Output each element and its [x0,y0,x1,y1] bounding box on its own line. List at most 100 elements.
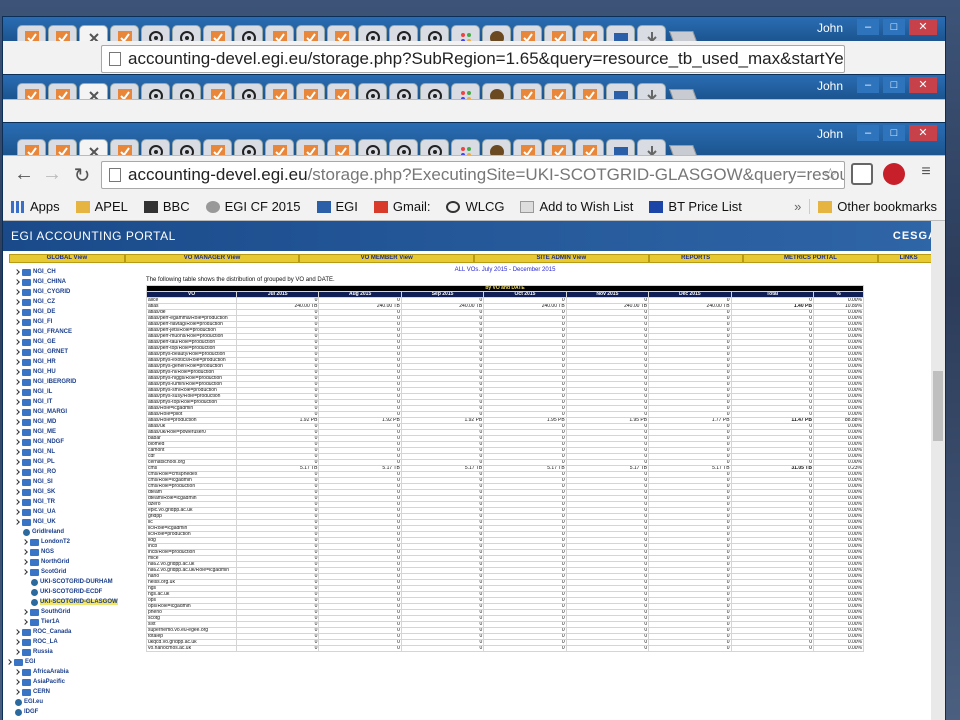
vertical-scrollbar[interactable] [931,221,945,720]
tree-item[interactable]: NGI_CH [3,267,143,277]
expand-chevron-icon[interactable] [14,439,20,445]
user-profile-name[interactable]: John [817,21,843,35]
tree-item[interactable]: NGI_FI [3,317,143,327]
expand-chevron-icon[interactable] [14,409,20,415]
expand-chevron-icon[interactable] [22,539,28,545]
tree-item[interactable]: LondonT2 [3,537,143,547]
expand-chevron-icon[interactable] [14,379,20,385]
expand-chevron-icon[interactable] [14,449,20,455]
expand-chevron-icon[interactable] [14,469,20,475]
expand-chevron-icon[interactable] [14,309,20,315]
tree-item[interactable]: NGI_IT [3,397,143,407]
tree-item[interactable]: NGI_SK [3,487,143,497]
menu-button-site-admin-view[interactable]: SITE ADMIN View [473,254,649,263]
menu-button-vo-manager-view[interactable]: VO MANAGER View [124,254,300,263]
expand-chevron-icon[interactable] [14,399,20,405]
title-bar[interactable]: John – □ ✕ [3,17,945,49]
tree-item[interactable]: NGI_HU [3,367,143,377]
menu-button-reports[interactable]: REPORTS [648,254,743,263]
tree-item[interactable]: NGI_UK [3,517,143,527]
tree-item[interactable]: NGI_MARGI [3,407,143,417]
title-bar[interactable]: John – □ ✕ [3,123,945,163]
maximize-icon[interactable]: □ [883,77,905,93]
maximize-icon[interactable]: □ [883,125,905,141]
bookmark-bt[interactable]: BT Price List [641,199,749,214]
expand-chevron-icon[interactable] [14,669,20,675]
browser-window-back-1[interactable]: John – □ ✕ accounting-devel.egi.eu/stora… [2,16,946,76]
expand-chevron-icon[interactable] [22,549,28,555]
tree-item[interactable]: ROC_LA [3,637,143,647]
tree-item[interactable]: NGI_CHINA [3,277,143,287]
expand-chevron-icon[interactable] [14,339,20,345]
expand-chevron-icon[interactable] [22,619,28,625]
scrollbar-thumb[interactable] [933,371,943,441]
expand-chevron-icon[interactable] [14,519,20,525]
tree-item[interactable]: EGI.eu [3,697,143,707]
expand-chevron-icon[interactable] [14,479,20,485]
expand-chevron-icon[interactable] [14,689,20,695]
tree-item[interactable]: NGI_GRNET [3,347,143,357]
menu-button-metrics-portal[interactable]: METRICS PORTAL [742,254,879,263]
tree-item[interactable]: NGI_NL [3,447,143,457]
expand-chevron-icon[interactable] [14,629,20,635]
bookmark-egi[interactable]: EGI [309,199,366,214]
tree-item[interactable]: NGI_DE [3,307,143,317]
title-bar[interactable]: John – □ ✕ [3,75,945,107]
browser-window-back-2[interactable]: John – □ ✕ [2,74,946,125]
expand-chevron-icon[interactable] [14,499,20,505]
tree-item[interactable]: NorthGrid [3,557,143,567]
tree-item[interactable]: IDGF [3,707,143,717]
tree-item[interactable]: UKI-SCOTGRID-ECDF [3,587,143,597]
user-profile-name[interactable]: John [817,79,843,93]
tree-item[interactable]: CERN [3,687,143,697]
expand-chevron-icon[interactable] [14,389,20,395]
minimize-icon[interactable]: – [857,125,879,141]
back-arrow-icon[interactable]: ← [11,163,37,186]
tree-item[interactable]: NGI_TR [3,497,143,507]
expand-chevron-icon[interactable] [14,369,20,375]
maximize-icon[interactable]: □ [883,19,905,35]
menu-button-vo-member-view[interactable]: VO MEMBER View [299,254,474,263]
tree-item[interactable]: NGI_HR [3,357,143,367]
menu-icon[interactable]: ≡ [913,163,939,181]
tree-item[interactable]: AfricaArabia [3,667,143,677]
tree-item[interactable]: SouthGrid [3,607,143,617]
tree-item[interactable]: NGI_MD [3,417,143,427]
expand-chevron-icon[interactable] [14,269,20,275]
tree-item[interactable]: NGI_CZ [3,297,143,307]
tree-item[interactable]: NGI_SI [3,477,143,487]
expand-chevron-icon[interactable] [14,639,20,645]
tree-item[interactable]: UKI-SCOTGRID-DURHAM [3,577,143,587]
close-icon[interactable]: ✕ [909,77,937,93]
expand-chevron-icon[interactable] [14,509,20,515]
tree-item[interactable]: EGI [3,657,143,667]
expand-chevron-icon[interactable] [14,329,20,335]
bookmark-wishlist[interactable]: Add to Wish List [512,199,641,214]
bookmarks-overflow-chevron-icon[interactable]: » [786,199,809,214]
expand-chevron-icon[interactable] [14,279,20,285]
expand-chevron-icon[interactable] [14,679,20,685]
tree-item[interactable]: NGI_GE [3,337,143,347]
tree-item[interactable]: NGI_NDGF [3,437,143,447]
expand-chevron-icon[interactable] [14,419,20,425]
address-bar[interactable]: accounting-devel.egi.eu/storage.php?SubR… [101,45,845,73]
expand-chevron-icon[interactable] [14,459,20,465]
bookmark-bbc[interactable]: BBC [136,199,198,214]
user-profile-name[interactable]: John [817,127,843,141]
menu-button-links[interactable]: LINKS [878,254,939,263]
tree-item[interactable]: NGS [3,547,143,557]
minimize-icon[interactable]: – [857,19,879,35]
expand-chevron-icon[interactable] [22,559,28,565]
tree-item[interactable]: UKI-SCOTGRID-GLASGOW [3,597,143,607]
expand-chevron-icon[interactable] [14,289,20,295]
bookmark-wlcg[interactable]: WLCG [438,199,512,214]
tree-item[interactable]: NGI_PL [3,457,143,467]
tree-item[interactable]: NGI_ME [3,427,143,437]
minimize-icon[interactable]: – [857,77,879,93]
close-icon[interactable]: ✕ [909,125,937,141]
bookmark-apel[interactable]: APEL [68,199,136,214]
tree-item[interactable]: NGI_CYGRID [3,287,143,297]
bookmark-apps[interactable]: Apps [3,199,68,214]
tree-item[interactable]: ScotGrid [3,567,143,577]
tree-item[interactable]: NGI_RO [3,467,143,477]
